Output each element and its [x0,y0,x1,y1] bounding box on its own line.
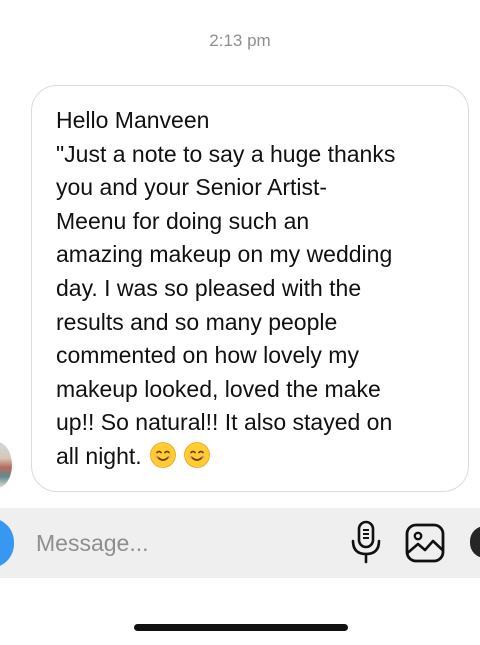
message-line: amazing makeup on my wedding [56,241,393,268]
message-line: commented on how lovely my [56,342,359,369]
message-line: up!! So natural!! It also stayed on [56,409,393,436]
message-line: all night. [56,442,142,469]
message-input[interactable] [36,526,336,560]
message-bubble[interactable]: Hello Manveen "Just a note to say a huge… [31,85,469,492]
gallery-icon[interactable] [404,522,446,564]
home-indicator[interactable] [134,624,348,631]
message-line: results and so many people [56,308,338,335]
message-line: Hello Manveen [56,107,210,133]
message-line: Meenu for doing such an [56,207,310,234]
smiling-face-emoji-icon [149,442,176,468]
microphone-icon[interactable] [349,519,383,565]
chat-screen: 2:13 pm Hello Manveen "Just a note to sa… [0,0,480,645]
message-timestamp: 2:13 pm [209,31,271,50]
message-line: you and your Senior Artist- [56,174,328,201]
sender-avatar[interactable] [0,442,12,488]
message-line: makeup looked, loved the make [56,375,381,402]
message-line: "Just a note to say a huge thanks [56,140,396,167]
smiling-face-emoji-icon [183,442,210,468]
message-line: day. I was so pleased with the [56,274,362,301]
message-last-line: all night. [56,440,452,474]
